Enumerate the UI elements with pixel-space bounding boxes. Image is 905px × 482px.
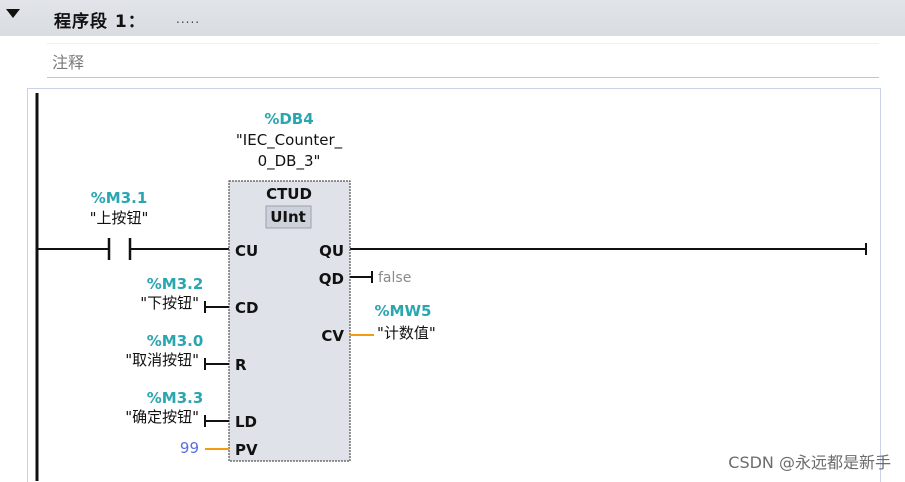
instance-db-address[interactable]: %DB4 <box>264 110 313 128</box>
watermark: CSDN @永远都是新手 <box>728 453 891 472</box>
pin-r: R <box>235 356 247 374</box>
pin-pv: PV <box>235 441 258 459</box>
cd-operand-address[interactable]: %M3.2 <box>147 275 204 293</box>
instance-db-name-line1[interactable]: "IEC_Counter_ <box>236 131 343 150</box>
pin-qd: QD <box>319 270 344 288</box>
block-datatype[interactable]: UInt <box>270 208 306 226</box>
no-contact-m3-1[interactable] <box>107 238 132 260</box>
r-operand-symbol[interactable]: "取消按钮" <box>125 351 199 369</box>
qd-value: false <box>378 270 411 286</box>
contact-symbol[interactable]: "上按钮" <box>90 209 149 227</box>
contact-address[interactable]: %M3.1 <box>91 189 148 207</box>
instance-db-name-line2[interactable]: 0_DB_3" <box>258 152 321 171</box>
cv-operand-symbol[interactable]: "计数值" <box>377 324 436 342</box>
pin-cd: CD <box>235 299 258 317</box>
cd-operand-symbol[interactable]: "下按钮" <box>140 294 199 312</box>
pin-cu: CU <box>235 242 258 260</box>
pin-ld: LD <box>235 413 257 431</box>
ld-operand-address[interactable]: %M3.3 <box>147 389 204 407</box>
r-operand-address[interactable]: %M3.0 <box>147 332 204 350</box>
block-type[interactable]: CTUD <box>266 185 312 203</box>
pv-constant[interactable]: 99 <box>180 439 199 457</box>
cv-operand-address[interactable]: %MW5 <box>375 302 432 320</box>
pin-qu: QU <box>319 242 344 260</box>
pin-cv: CV <box>321 327 344 345</box>
ladder-diagram: %M3.1 "上按钮" %DB4 "IEC_Counter_ 0_DB_3" C… <box>35 93 867 481</box>
ld-operand-symbol[interactable]: "确定按钮" <box>125 408 199 426</box>
